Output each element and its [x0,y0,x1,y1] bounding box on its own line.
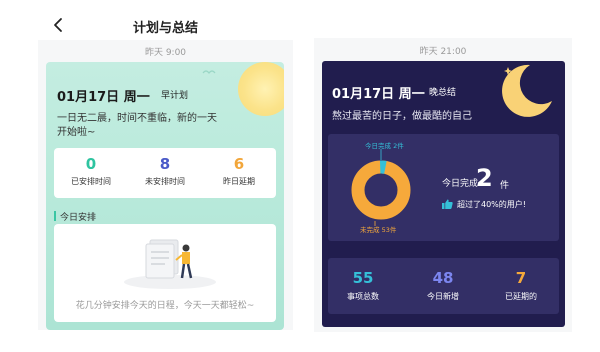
plan-type-tag: 早计划 [161,91,189,101]
completion-donut-chart: 今日完成 2件 未完成 53件 [351,142,411,234]
message-timestamp: 昨天 21:00 [419,47,467,57]
stat-value: 8 [159,155,171,173]
donut-segment-undone [351,160,411,220]
quote-line: 一日无二晨，时间不重临，新的一天 [57,113,217,124]
quote-line: 开始啦~ [57,127,96,138]
undone-chart-label: 未完成 53件 [360,225,397,234]
stat-unarranged-time: 8 未安排时间 [128,154,202,187]
completion-panel: 今日完成 2件 未完成 53件 今日完成 2 件 超过了40%的用户! [328,134,559,241]
donut-ring [351,160,411,220]
done-count: 2 [476,164,493,192]
message-timestamp: 昨天 9:00 [144,48,187,58]
stat-value: 7 [515,269,527,287]
date-label: 01月17日 周一 [57,90,150,105]
stat-label: 已延期的 [505,292,537,301]
stat-label: 事项总数 [347,292,379,301]
page-title: 计划与总结 [132,21,198,36]
stat-arranged-time: 0 已安排时间 [54,154,128,187]
evening-summary-card[interactable]: 01月17日 周一 晚总结 熬过最苦的日子，做最酷的自己 今日完成 2件 未完成… [322,61,565,327]
morning-plan-screen: 计划与总结 昨天 9:00 01月17日 周一 早计划 一日无二晨，时间不重临，… [38,10,293,330]
motivational-quote: 熬过最苦的日子，做最酷的自己 [332,111,472,122]
stat-label: 未安排时间 [145,177,185,186]
stat-yesterday-delayed: 6 昨日延期 [202,154,276,187]
date-label: 01月17日 周一 [332,87,425,102]
stat-value: 0 [85,155,97,173]
ranking-text: 超过了40%的用户! [457,200,526,209]
stat-label: 昨日延期 [223,177,255,186]
nav-bar: 计划与总结 [38,10,293,40]
bird-icon [202,70,216,74]
empty-schedule-illustration [124,239,216,289]
stat-label: 今日新增 [427,292,459,301]
stat-value: 6 [233,155,245,173]
section-title: 今日安排 [54,210,96,223]
stat-value: 48 [432,269,454,287]
time-stats-panel: 0 已安排时间 8 未安排时间 6 昨日延期 [54,148,276,198]
today-schedule-empty-state[interactable]: 花几分钟安排今天的日程，今天一天都轻松~ [54,224,276,322]
morning-plan-card[interactable]: 01月17日 周一 早计划 一日无二晨，时间不重临，新的一天 开始啦~ 0 已安… [46,62,284,330]
stat-value: 55 [352,269,374,287]
sun-icon [238,62,284,116]
stat-new-today: 48 今日新增 [408,268,478,302]
empty-hint-text: 花几分钟安排今天的日程，今天一天都轻松~ [75,301,255,311]
stat-total-tasks: 55 事项总数 [328,268,398,302]
done-chart-label: 今日完成 2件 [365,142,404,150]
motivational-quote: 一日无二晨，时间不重临，新的一天 开始啦~ [57,112,217,140]
task-stats-panel: 55 事项总数 48 今日新增 7 已延期的 [328,258,559,314]
stat-delayed: 7 已延期的 [486,268,556,302]
stat-label: 已安排时间 [71,177,111,186]
done-unit: 件 [500,181,510,191]
done-prefix: 今日完成 [442,179,479,189]
plan-type-tag: 晚总结 [429,88,457,98]
moon-icon [502,64,552,117]
thumbs-up-icon [442,199,453,209]
evening-summary-screen: 昨天 21:00 01月17日 周一 晚总结 熬过最苦的日子，做最酷的自己 今日… [314,38,572,332]
